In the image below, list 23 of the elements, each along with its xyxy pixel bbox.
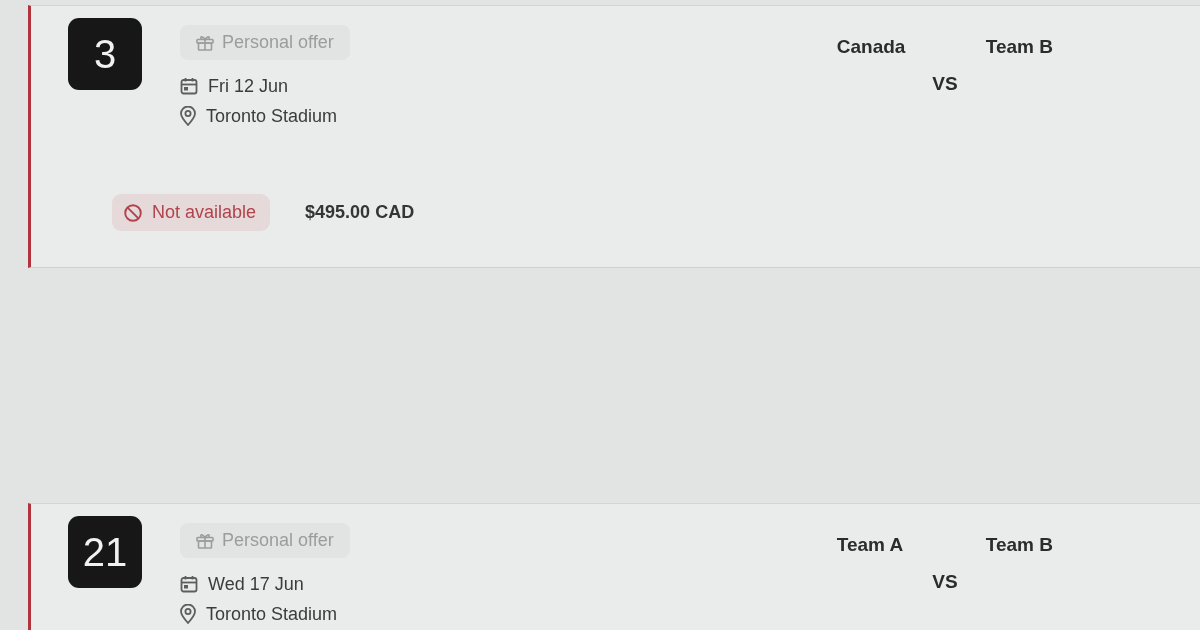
versus-label: VS	[932, 72, 958, 96]
offer-label: Personal offer	[222, 530, 334, 551]
versus-label: VS	[932, 570, 958, 594]
team-name: Team A	[836, 533, 905, 557]
availability-label: Not available	[152, 202, 257, 223]
ticket-price: $495.00 CAD	[305, 202, 415, 223]
match-date: Fri 12 Jun	[208, 75, 289, 97]
match-number: 3	[68, 18, 142, 90]
venue-name: Toronto Stadium	[206, 105, 338, 127]
calendar-icon	[180, 575, 198, 593]
offer-label: Personal offer	[222, 32, 334, 53]
gift-icon	[196, 532, 214, 549]
team-name: Canada	[836, 35, 907, 59]
location-pin-icon	[180, 106, 196, 126]
match-number: 21	[68, 516, 142, 588]
venue-name: Toronto Stadium	[206, 603, 338, 625]
location-pin-icon	[180, 604, 196, 624]
team-name: Team B	[985, 35, 1053, 59]
gift-icon	[196, 34, 214, 51]
team-name: Team B	[985, 533, 1053, 557]
not-allowed-icon	[124, 203, 142, 222]
calendar-icon	[180, 77, 198, 95]
match-date: Wed 17 Jun	[208, 573, 304, 595]
